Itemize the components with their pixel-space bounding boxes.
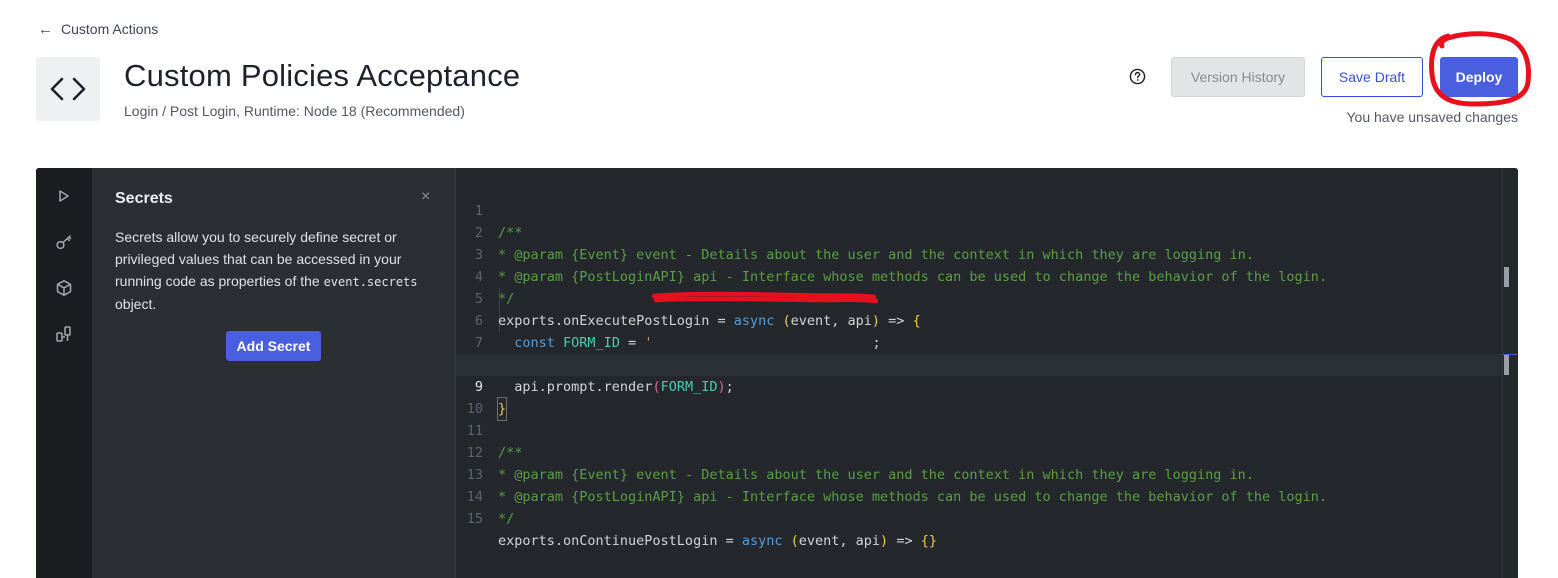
rail-secrets-button[interactable] [52, 230, 76, 254]
code-line: 10 [456, 376, 1502, 417]
editor-scrollbar[interactable] [1502, 168, 1518, 578]
page-title: Custom Policies Acceptance [124, 58, 521, 93]
secrets-description-code: event.secrets [323, 275, 418, 289]
key-icon [56, 235, 72, 250]
code-brackets-icon [50, 77, 86, 101]
code-line: 2 * @param {Event} event - Details about… [456, 200, 1502, 263]
scrollbar-marker [1504, 267, 1509, 287]
line-number: 15 [466, 511, 483, 527]
help-circle-icon[interactable] [1129, 68, 1146, 85]
add-secret-button[interactable]: Add Secret [226, 331, 321, 361]
code-line-current: 9 } [456, 354, 1502, 421]
code-line: 4 */ [456, 244, 1502, 307]
back-link-label: Custom Actions [61, 21, 159, 37]
save-draft-button[interactable]: Save Draft [1321, 57, 1423, 97]
code-line: 11 /** [456, 398, 1502, 461]
secrets-panel: Secrets × Secrets allow you to securely … [92, 168, 456, 578]
version-history-button[interactable]: Version History [1171, 57, 1305, 97]
code-line: 13 * @param {PostLoginAPI} api - Interfa… [456, 442, 1502, 505]
code-line: 12 * @param {Event} event - Details abou… [456, 420, 1502, 483]
code-token: => [888, 533, 921, 549]
code-line: 15 exports.onContinuePostLogin = async (… [456, 486, 1502, 549]
rail-dependencies-button[interactable] [52, 322, 76, 346]
back-to-custom-actions-link[interactable]: ← Custom Actions [38, 21, 158, 37]
secrets-description-end: object. [115, 296, 157, 312]
action-icon-tile [36, 57, 100, 121]
deploy-button[interactable]: Deploy [1440, 57, 1518, 97]
package-icon [56, 280, 72, 296]
code-token: ( [790, 533, 799, 549]
code-editor-container: Secrets × Secrets allow you to securely … [36, 168, 1518, 578]
rail-run-button[interactable] [52, 184, 76, 208]
code-text: exports.onContinuePostLogin = async (eve… [498, 530, 937, 552]
arrow-left-icon: ← [38, 20, 53, 38]
unsaved-changes-text: You have unsaved changes [1346, 109, 1518, 125]
page-subtitle: Login / Post Login, Runtime: Node 18 (Re… [124, 103, 465, 119]
editor-side-rail [36, 168, 92, 578]
code-token: exports.onContinuePostLogin = [498, 533, 742, 549]
close-icon[interactable]: × [421, 188, 430, 206]
code-token: event, api [798, 533, 881, 549]
code-line: 6 const FORM_ID = '; [456, 288, 1502, 351]
code-line: 1 /** [456, 178, 1502, 241]
secrets-panel-description: Secrets allow you to securely define sec… [115, 226, 433, 315]
code-line: 7 [456, 310, 1502, 351]
code-token: async [741, 533, 783, 549]
code-area[interactable]: 1 /** 2 * @param {Event} event - Details… [456, 168, 1502, 578]
code-line: 3 * @param {PostLoginAPI} api - Interfac… [456, 222, 1502, 285]
scrollbar-marker [1504, 355, 1509, 375]
code-token: ) [880, 533, 889, 549]
code-line: 14 */ [456, 464, 1502, 527]
code-line: 8 api.prompt.render(FORM_ID); [456, 332, 1502, 395]
code-line: 5 exports.onExecutePostLogin = async (ev… [456, 266, 1502, 329]
code-token: {} [920, 533, 937, 549]
rail-modules-button[interactable] [52, 276, 76, 300]
secrets-panel-title: Secrets [115, 190, 173, 207]
play-icon [59, 190, 69, 202]
dependencies-icon [56, 326, 71, 342]
